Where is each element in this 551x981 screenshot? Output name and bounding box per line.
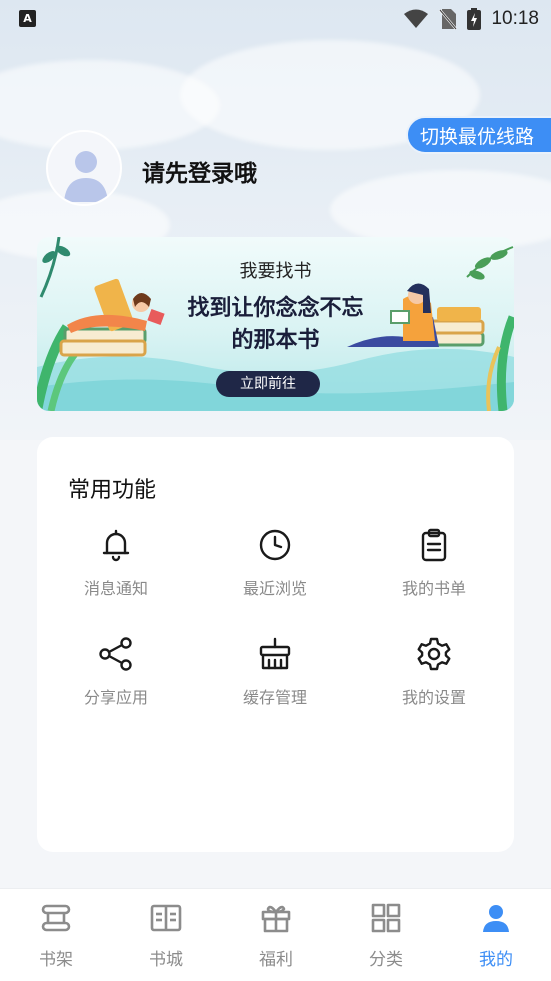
- cache-management-label: 缓存管理: [242, 688, 307, 707]
- tab-mine-label: 我的: [479, 950, 513, 970]
- tab-bookstore-label: 书城: [149, 950, 183, 970]
- common-functions-card: 常用功能 消息通知 最近浏览 我的书单 分享应用 缓存管理 我的设置: [37, 437, 514, 852]
- no-sim-icon: [439, 9, 458, 30]
- gear-icon: [417, 637, 451, 671]
- status-bar: A 10:18: [0, 0, 551, 38]
- banner-title-line1: 找到让你念念不忘: [187, 296, 364, 321]
- share-icon: [99, 637, 132, 671]
- tab-mine[interactable]: 我的: [456, 903, 536, 970]
- tab-bookstore[interactable]: 书城: [126, 903, 206, 970]
- message-notification-item[interactable]: 消息通知: [56, 527, 176, 599]
- find-book-banner[interactable]: 我要找书 找到让你念念不忘 的那本书 立即前往: [37, 237, 514, 411]
- go-now-button[interactable]: 立即前往: [216, 371, 320, 397]
- share-app-item[interactable]: 分享应用: [56, 636, 176, 708]
- my-settings-item[interactable]: 我的设置: [374, 636, 494, 708]
- user-icon: [483, 905, 509, 932]
- tab-welfare-label: 福利: [259, 950, 293, 970]
- recent-browsing-item[interactable]: 最近浏览: [215, 527, 335, 599]
- gift-icon: [261, 905, 291, 933]
- grid-icon: [371, 903, 401, 933]
- banner-title: 找到让你念念不忘 的那本书: [37, 293, 514, 357]
- open-book-icon: [150, 904, 182, 932]
- avatar[interactable]: [46, 130, 122, 206]
- tab-category[interactable]: 分类: [346, 903, 426, 970]
- bell-icon: [102, 529, 130, 562]
- share-app-label: 分享应用: [83, 688, 148, 707]
- bottom-tab-bar: 书架 书城 福利 分类 我的: [0, 888, 551, 981]
- tab-category-label: 分类: [369, 950, 403, 970]
- tab-bookshelf-label: 书架: [39, 950, 73, 970]
- sim-app-icon: A: [19, 10, 36, 27]
- banner-subtitle: 我要找书: [239, 261, 312, 282]
- switch-route-button[interactable]: 切换最优线路: [406, 116, 551, 154]
- basket-icon: [259, 637, 291, 670]
- tab-welfare[interactable]: 福利: [236, 903, 316, 970]
- common-functions-title: 常用功能: [68, 478, 157, 503]
- wifi-icon: [404, 9, 429, 28]
- tab-bookshelf[interactable]: 书架: [16, 903, 96, 970]
- clock-time: 10:18: [491, 8, 539, 29]
- message-notification-label: 消息通知: [83, 579, 148, 598]
- login-prompt[interactable]: 请先登录哦: [142, 154, 257, 188]
- my-booklist-item[interactable]: 我的书单: [374, 527, 494, 599]
- battery-charging-icon: [467, 8, 482, 30]
- clipboard-icon: [421, 528, 447, 562]
- clock-icon: [259, 529, 291, 561]
- cache-management-item[interactable]: 缓存管理: [215, 636, 335, 708]
- my-settings-label: 我的设置: [401, 688, 466, 707]
- bookshelf-icon: [41, 904, 71, 932]
- banner-title-line2: 的那本书: [231, 328, 320, 353]
- recent-browsing-label: 最近浏览: [242, 579, 307, 598]
- my-booklist-label: 我的书单: [401, 579, 466, 598]
